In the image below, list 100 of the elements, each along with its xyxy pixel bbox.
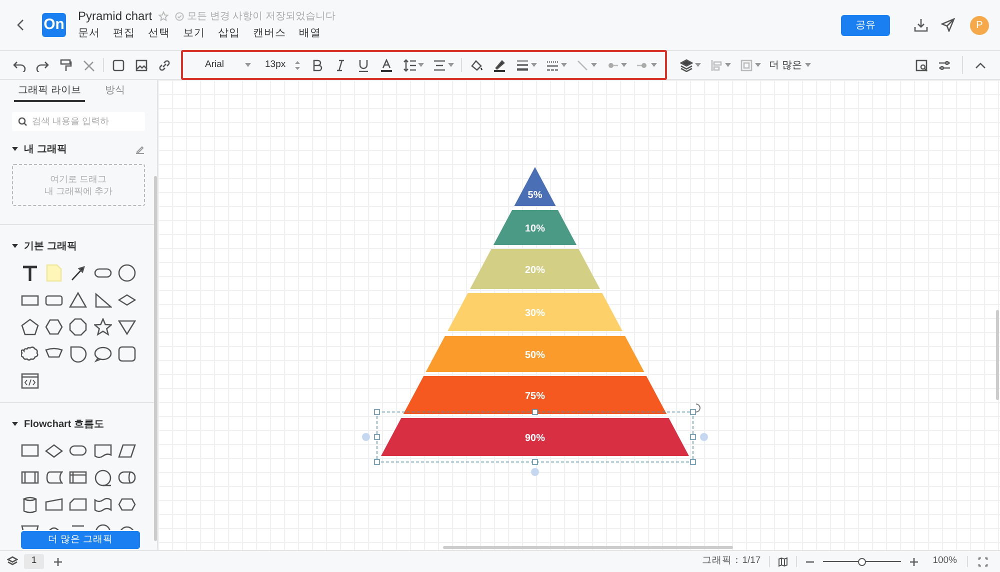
- pentagon-icon[interactable]: [21, 318, 40, 336]
- add-page-icon[interactable]: [53, 556, 63, 566]
- edit-icon[interactable]: [135, 144, 145, 154]
- arrow-icon[interactable]: [69, 264, 88, 282]
- menu-item[interactable]: 삽입: [218, 26, 240, 42]
- layers-icon[interactable]: [6, 556, 18, 567]
- caret-icon[interactable]: [620, 63, 626, 67]
- speech-bubble-icon[interactable]: [94, 345, 112, 363]
- octagon-icon[interactable]: [69, 318, 88, 336]
- document-title[interactable]: Pyramid chart: [78, 7, 152, 25]
- caret-icon[interactable]: [418, 63, 424, 67]
- caret-icon[interactable]: [590, 63, 596, 67]
- menu-item[interactable]: 배열: [299, 26, 321, 42]
- section-title[interactable]: Flowchart 흐름도: [24, 416, 104, 432]
- caret-icon[interactable]: [804, 63, 811, 67]
- redo-icon[interactable]: [36, 58, 49, 72]
- caret-icon[interactable]: [694, 63, 700, 67]
- star-icon[interactable]: [94, 318, 112, 336]
- link-icon[interactable]: [158, 58, 171, 72]
- punched-tape-icon[interactable]: [94, 496, 112, 514]
- sidebar-tab[interactable]: 그래픽 라이브: [14, 80, 85, 102]
- caret-icon[interactable]: [530, 63, 536, 67]
- back-icon[interactable]: [16, 18, 26, 32]
- fill-color-icon[interactable]: [470, 58, 483, 72]
- rectangle-icon[interactable]: [112, 58, 125, 72]
- page-tab[interactable]: 1: [24, 554, 44, 569]
- right-triangle-icon[interactable]: [94, 291, 112, 309]
- pyramid-level[interactable]: [403, 376, 667, 414]
- menu-item[interactable]: 문서: [78, 26, 100, 42]
- triangle-icon[interactable]: [69, 291, 88, 309]
- line-style-icon[interactable]: [546, 58, 558, 72]
- save-status: 모든 변경 사항이 저장되었습니다: [187, 10, 336, 24]
- undo-icon[interactable]: [13, 58, 26, 72]
- bold-icon[interactable]: [311, 58, 324, 72]
- layers-icon[interactable]: [680, 58, 692, 72]
- sequential-data-icon[interactable]: [94, 469, 112, 487]
- line-weight-icon[interactable]: [516, 58, 528, 72]
- underline-icon[interactable]: [357, 58, 370, 72]
- bullet-shape-icon[interactable]: [69, 345, 88, 363]
- document-icon[interactable]: [94, 442, 112, 460]
- caret-icon[interactable]: [754, 63, 760, 67]
- stepper-icon[interactable]: [295, 60, 300, 70]
- rounded-rectangle-icon[interactable]: [118, 345, 136, 363]
- share-button[interactable]: 공유: [841, 14, 890, 36]
- line-color-icon[interactable]: [493, 58, 506, 72]
- code-block-icon[interactable]: [21, 372, 40, 390]
- more-shapes-button[interactable]: 더 많은 그래픽: [21, 531, 140, 549]
- star-icon[interactable]: [158, 10, 170, 22]
- caret-icon[interactable]: [448, 63, 454, 67]
- menu-item[interactable]: 보기: [183, 26, 205, 42]
- pyramid-level[interactable]: [493, 210, 577, 245]
- caret-icon[interactable]: [245, 63, 251, 67]
- caret-icon[interactable]: [724, 63, 730, 67]
- settings-icon[interactable]: [938, 58, 951, 72]
- download-icon[interactable]: [914, 18, 928, 32]
- fullscreen-icon[interactable]: [978, 556, 988, 566]
- search-placeholder: 검색 내용을 입력하: [32, 114, 110, 128]
- database-icon[interactable]: [21, 496, 40, 514]
- decision-icon[interactable]: [45, 442, 64, 460]
- caret-icon[interactable]: [650, 63, 656, 67]
- cloud-icon[interactable]: [21, 345, 40, 363]
- map-icon[interactable]: [778, 556, 788, 566]
- image-icon[interactable]: [135, 58, 148, 72]
- canvas[interactable]: 5% 10% 20% 30% 50% 75% 90%: [158, 80, 1000, 550]
- selection-frame[interactable]: [374, 409, 696, 465]
- send-icon[interactable]: [941, 18, 955, 32]
- level-label: 75%: [525, 391, 545, 402]
- circle-icon[interactable]: [118, 264, 136, 282]
- expand-caret-icon[interactable]: [12, 243, 18, 249]
- italic-icon[interactable]: [334, 58, 347, 72]
- inverted-triangle-icon[interactable]: [118, 318, 136, 336]
- menu-item[interactable]: 선택: [148, 26, 170, 42]
- menu-item[interactable]: 편집: [113, 26, 135, 42]
- caret-icon[interactable]: [560, 63, 566, 67]
- slider-thumb[interactable]: [858, 558, 866, 566]
- hexagon-icon[interactable]: [45, 318, 64, 336]
- search-icon: [18, 117, 27, 126]
- data-icon[interactable]: [118, 442, 136, 460]
- rotate-handle-icon[interactable]: [696, 404, 700, 412]
- line-spacing-icon[interactable]: [402, 58, 416, 72]
- format-painter-icon[interactable]: [59, 58, 72, 72]
- pyramid-level[interactable]: [514, 167, 556, 206]
- expand-caret-icon[interactable]: [12, 146, 18, 152]
- zoom-slider[interactable]: [822, 557, 901, 566]
- menu-item[interactable]: 캔버스: [253, 26, 286, 42]
- align-icon[interactable]: [432, 58, 446, 72]
- expand-caret-icon[interactable]: [12, 421, 18, 427]
- text-color-icon[interactable]: [380, 58, 393, 72]
- text-tool-icon[interactable]: [21, 264, 40, 282]
- app-logo[interactable]: On: [42, 13, 66, 37]
- section-title[interactable]: 기본 그래픽: [24, 238, 77, 254]
- font-size-field[interactable]: 13px: [259, 55, 295, 75]
- section-title[interactable]: 내 그래픽: [24, 142, 67, 156]
- font-dropdown[interactable]: Arial: [193, 55, 245, 75]
- clear-format-icon[interactable]: [82, 58, 95, 72]
- zoom-in-icon[interactable]: [908, 556, 919, 566]
- more-dropdown[interactable]: 더 많은: [769, 55, 811, 75]
- pyramid-level[interactable]: [381, 418, 689, 456]
- sidebar-tab[interactable]: 방식: [100, 80, 129, 102]
- find-replace-icon[interactable]: [915, 58, 928, 72]
